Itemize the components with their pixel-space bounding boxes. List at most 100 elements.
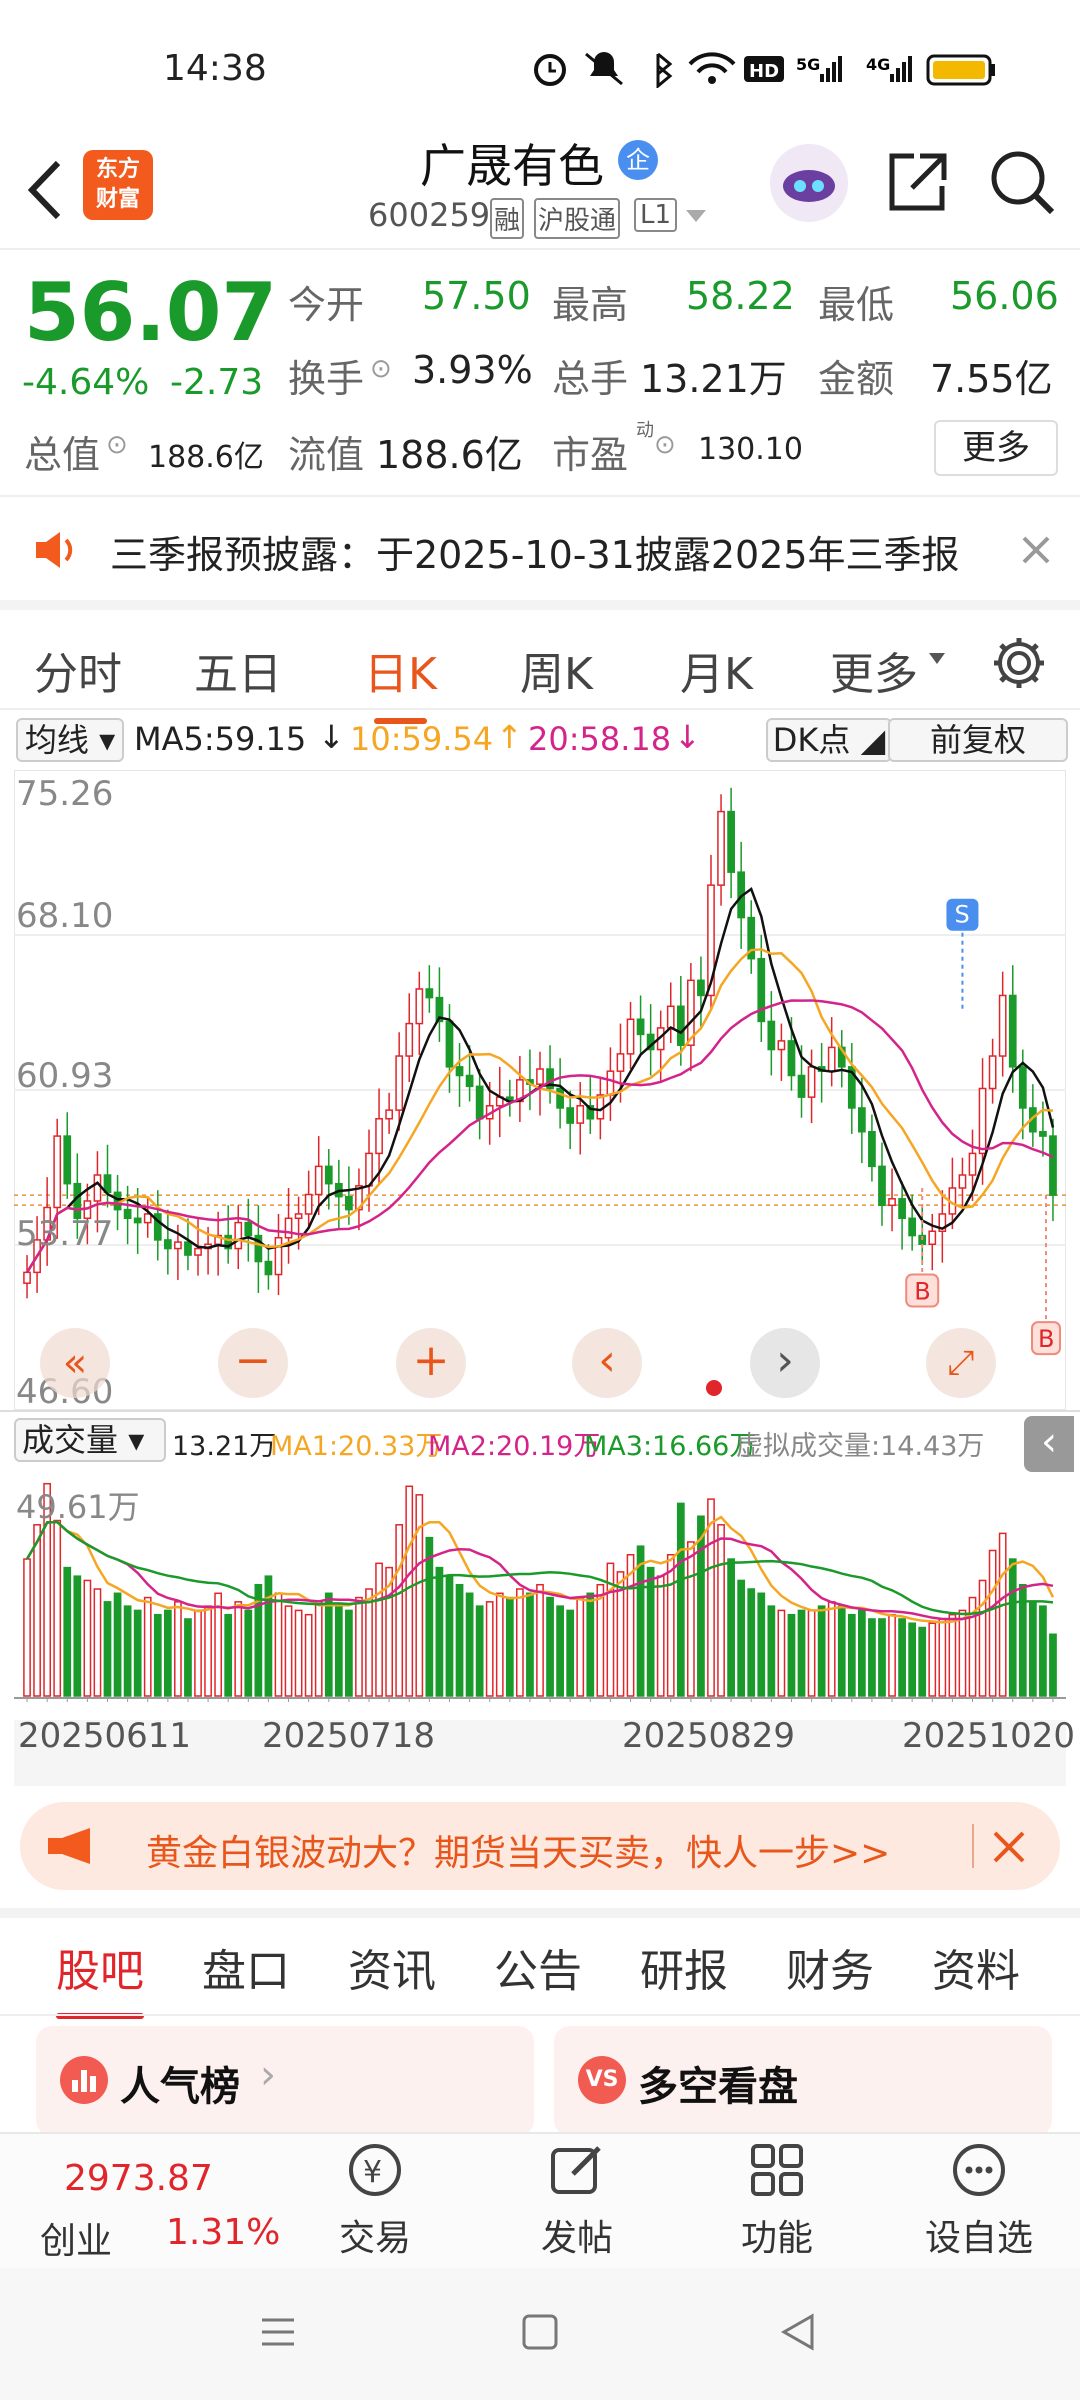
scroll-left-fast-button[interactable]: « (40, 1328, 110, 1398)
candle (395, 1055, 404, 1111)
tab-finance[interactable]: 财务 (786, 1935, 874, 1999)
close-icon[interactable] (992, 1830, 1026, 1864)
volume-bar (687, 1541, 695, 1697)
candle (194, 1247, 202, 1256)
candle (133, 1217, 142, 1224)
assistant-avatar-icon[interactable] (770, 144, 848, 222)
volume-bar (365, 1588, 373, 1697)
candle (345, 1195, 353, 1211)
tab-weekly-k[interactable]: 周K (520, 638, 593, 702)
ma-selector[interactable]: 均线 ▾ (16, 718, 124, 762)
volume-bar (465, 1592, 474, 1697)
candle (445, 1020, 454, 1068)
index-value[interactable]: 2973.87 (64, 2158, 213, 2199)
volume-bar (505, 1596, 514, 1697)
svg-text:4G: 4G (866, 55, 890, 74)
volume-bar (83, 1579, 92, 1697)
volume-bar (697, 1515, 705, 1697)
candle (234, 1221, 243, 1250)
candle (415, 988, 424, 1025)
market-cap-label: 总值 (24, 433, 101, 477)
zoom-in-button[interactable]: + (396, 1328, 466, 1398)
search-icon[interactable] (988, 148, 1058, 218)
volume-bar (455, 1583, 464, 1697)
candle (978, 1087, 987, 1155)
dk-point-button[interactable]: DK点 ◢ (766, 718, 892, 762)
status-icons: HD 5G 4G (534, 52, 995, 88)
volume-selector[interactable]: 成交量 ▾ (14, 1418, 166, 1462)
ranking-icon (60, 2056, 108, 2104)
post-button[interactable]: 发帖 (512, 2140, 642, 2261)
more-button[interactable]: 更多 (934, 420, 1058, 476)
tab-news[interactable]: 资讯 (348, 1935, 436, 1999)
volume-bar (33, 1524, 41, 1697)
volume-bar (204, 1605, 212, 1697)
volume-bar (666, 1554, 675, 1697)
info-icon[interactable]: ⊙ (654, 430, 676, 460)
tab-daily-k[interactable]: 日K (364, 638, 437, 724)
back-icon[interactable] (22, 155, 66, 225)
add-watchlist-button[interactable]: 设自选 (914, 2140, 1044, 2261)
index-change[interactable]: 1.31% (166, 2212, 280, 2253)
candle (314, 1165, 323, 1196)
back-nav-icon[interactable] (778, 2312, 818, 2352)
ad-banner[interactable]: 黄金白银波动大？期货当天买卖，快人一步>> (20, 1802, 1060, 1890)
tab-intraday[interactable]: 分时 (34, 638, 122, 702)
tab-monthly-k[interactable]: 月K (680, 638, 753, 702)
candle (998, 994, 1007, 1057)
volume-bar (133, 1609, 142, 1697)
candlestick-chart[interactable]: S B B (14, 770, 1066, 1410)
volume-bar (1008, 1558, 1017, 1697)
menu-icon[interactable] (258, 2312, 298, 2352)
stock-name: 广晟有色 (420, 139, 604, 193)
zoom-out-button[interactable]: − (218, 1328, 288, 1398)
tab-announcements[interactable]: 公告 (494, 1935, 582, 1999)
adjust-button[interactable]: 前复权 (888, 718, 1068, 762)
speaker-icon (36, 532, 73, 568)
volume-bar (495, 1592, 504, 1697)
bluetooth-icon (656, 52, 673, 88)
volume-bar (807, 1609, 816, 1697)
trade-button[interactable]: ¥ 交易 (310, 2140, 440, 2261)
chevron-down-icon[interactable] (684, 208, 708, 224)
open-label: 今开 (288, 283, 365, 327)
volume-bar (375, 1562, 383, 1697)
info-icon[interactable]: ⊙ (370, 354, 392, 384)
candle (928, 1230, 937, 1245)
date-tick: 20250829 (622, 1716, 796, 1756)
volume-bar (1039, 1605, 1047, 1697)
candle (284, 1217, 293, 1239)
close-icon[interactable] (1020, 534, 1052, 566)
candle (697, 979, 705, 997)
fullscreen-icon[interactable]: ⤢ (926, 1328, 996, 1398)
tab-five-day[interactable]: 五日 (194, 638, 282, 702)
vol-ma2: MA2:20.19万 (428, 1431, 601, 1462)
pe-label: 市盈 (552, 433, 629, 477)
function-button[interactable]: 功能 (712, 2140, 842, 2261)
popularity-card[interactable]: 人气榜 › (36, 2026, 534, 2136)
candle (666, 1005, 675, 1029)
signal-4g-icon: 4G (866, 55, 912, 82)
long-short-card[interactable]: VS 多空看盘 (554, 2026, 1052, 2136)
volume-chart[interactable] (14, 1474, 1066, 1702)
settings-gear-icon[interactable] (990, 634, 1048, 692)
tab-more[interactable]: 更多 (830, 638, 918, 702)
scroll-right-button[interactable]: › (750, 1328, 820, 1398)
tab-research[interactable]: 研报 (640, 1935, 728, 1999)
notice-bar[interactable]: 三季报预披露：于2025-10-31披露2025年三季报 (0, 500, 1080, 600)
tab-order-book[interactable]: 盘口 (202, 1935, 290, 1999)
scroll-left-button[interactable]: ‹ (572, 1328, 642, 1398)
collapse-panel-button[interactable]: ‹ (1024, 1416, 1074, 1472)
volume-bar (445, 1575, 454, 1697)
home-icon[interactable] (520, 2312, 560, 2352)
tab-profile[interactable]: 资料 (932, 1935, 1020, 1999)
volume-bar (314, 1601, 323, 1697)
share-icon[interactable] (884, 150, 950, 216)
index-name[interactable]: 创业 (40, 2212, 112, 2264)
arrow-up-icon: ↑ (496, 718, 523, 756)
volume-bar (918, 1626, 927, 1697)
info-icon[interactable]: ⊙ (106, 430, 128, 460)
tab-forum[interactable]: 股吧 (56, 1935, 144, 2019)
price-tick: 75.26 (16, 774, 114, 814)
signal-5g-icon: 5G (796, 55, 842, 82)
